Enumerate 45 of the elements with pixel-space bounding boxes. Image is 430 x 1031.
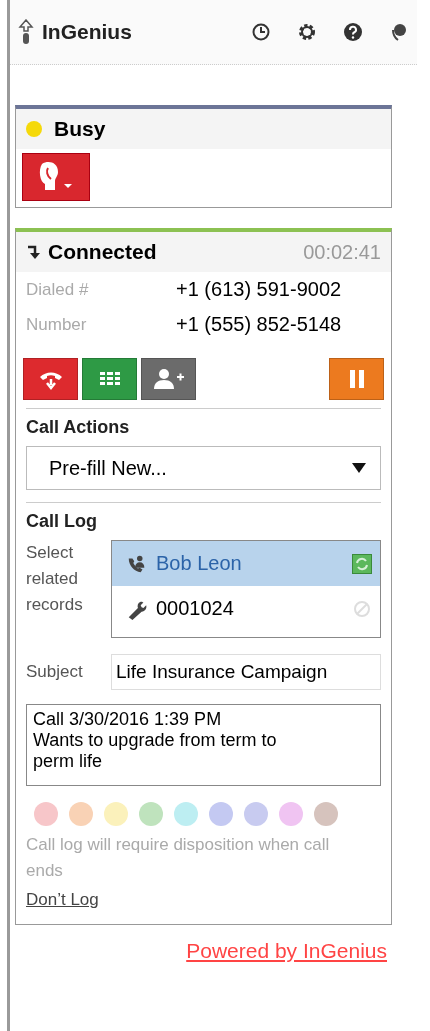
detail-value: +1 (555) 852-5148 — [176, 313, 343, 336]
disposition-dot[interactable] — [34, 802, 58, 826]
notes-field[interactable]: Call 3/30/2016 1:39 PM Wants to upgrade from term to perm life — [26, 704, 381, 786]
disposition-dot[interactable] — [139, 802, 163, 826]
record-item[interactable]: 0001024 — [112, 586, 380, 631]
subject-field[interactable]: Life Insurance Campaign — [111, 654, 381, 690]
disposition-dot[interactable] — [69, 802, 93, 826]
record-label: Bob Leon — [156, 552, 242, 575]
logo-icon — [18, 19, 34, 45]
record-label: 0001024 — [156, 597, 234, 620]
section-title: Call Log — [26, 511, 98, 532]
hold-button[interactable] — [329, 358, 384, 400]
status-label: Busy — [54, 117, 106, 141]
disposition-dot[interactable] — [209, 802, 233, 826]
disposition-hint: Call log will require disposition when call ends — [26, 834, 331, 882]
disposition-dot[interactable] — [314, 802, 338, 826]
disposition-dot[interactable] — [104, 802, 128, 826]
disposition-dot[interactable] — [174, 802, 198, 826]
help-icon[interactable] — [343, 22, 363, 42]
add-person-icon — [151, 367, 186, 391]
call-actions-dropdown[interactable]: Pre-fill New... — [26, 446, 381, 490]
section-title: Call Actions — [26, 417, 131, 438]
dont-log-link[interactable]: Don’t Log — [26, 890, 99, 910]
call-timer: 00:02:41 — [303, 240, 381, 264]
disposition-dot[interactable] — [244, 802, 268, 826]
arrow-icon — [26, 243, 42, 261]
detail-value: +1 (613) 591-9002 — [176, 278, 343, 301]
refresh-icon[interactable] — [352, 553, 372, 574]
field-label: Select related records — [26, 542, 84, 616]
record-item[interactable]: Bob Leon — [112, 541, 380, 586]
keypad-icon — [99, 372, 120, 386]
caret-icon — [352, 463, 366, 473]
call-state: Connected — [48, 240, 157, 264]
pause-icon — [348, 369, 365, 389]
settings-icon[interactable] — [297, 22, 317, 42]
keypad-button[interactable] — [82, 358, 137, 400]
app-title: InGenius — [42, 20, 132, 44]
detail-label: Dialed # — [26, 279, 90, 300]
field-label: Subject — [26, 661, 84, 683]
status-menu-button[interactable] — [22, 153, 90, 201]
detail-label: Number — [26, 314, 88, 335]
clock-icon[interactable] — [251, 22, 271, 42]
disposition-dot[interactable] — [279, 802, 303, 826]
hang-up-button[interactable] — [23, 358, 78, 400]
transfer-button[interactable] — [141, 358, 196, 400]
